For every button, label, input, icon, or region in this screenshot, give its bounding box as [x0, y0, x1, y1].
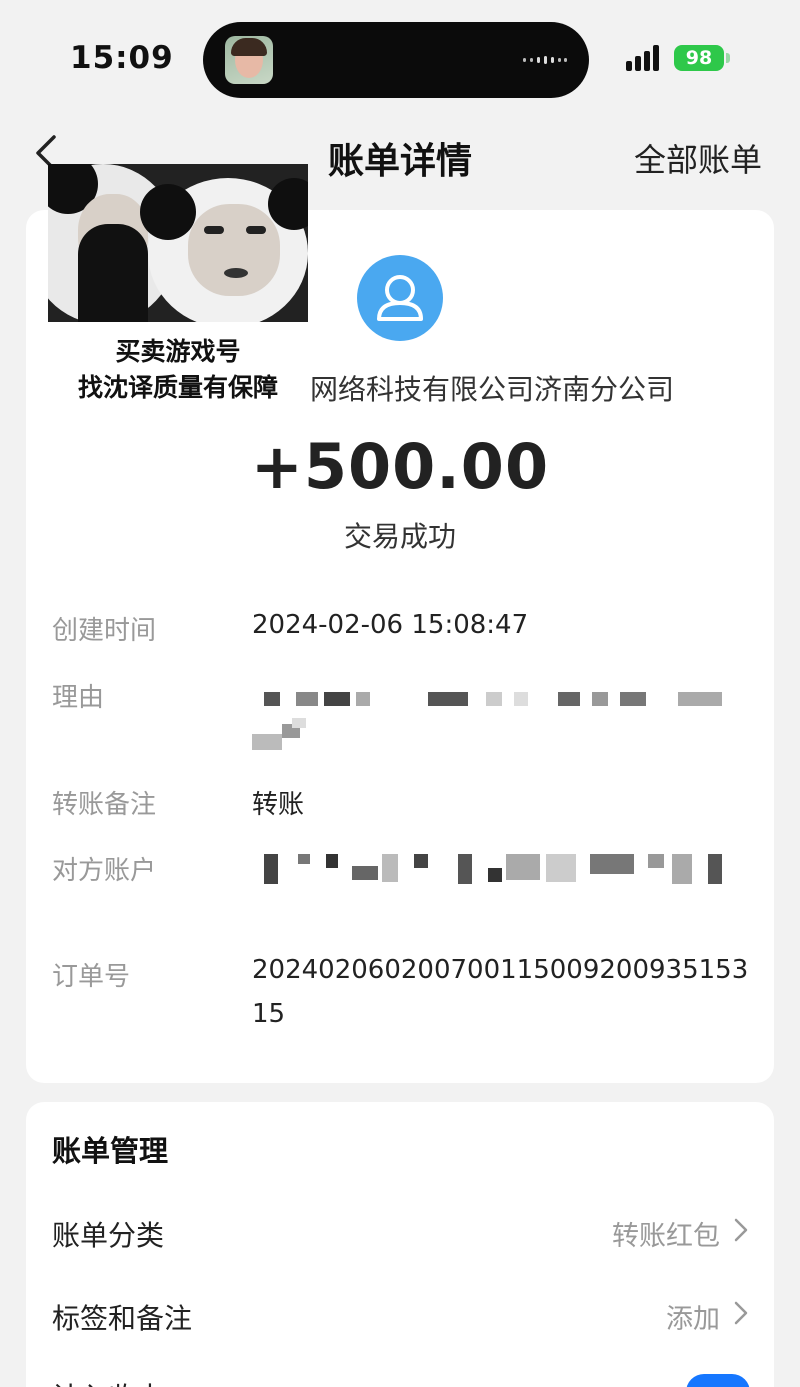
counterparty-account-label: 对方账户 [52, 856, 157, 886]
transfer-remark-label: 转账备注 [52, 790, 157, 820]
battery-icon: 98 [674, 45, 724, 71]
order-number-value: 20240206020070011500920093515315 [252, 955, 749, 1029]
audio-wave-icon [523, 55, 567, 65]
created-time-value: 2024-02-06 15:08:47 [252, 610, 529, 640]
tags-notes-add[interactable]: 添加 [666, 1297, 720, 1336]
include-stats-label: 计入收支 [52, 1376, 164, 1387]
signal-icon [626, 45, 664, 71]
transaction-status: 交易成功 [343, 520, 456, 553]
bill-category-value[interactable]: 转账红包 [612, 1214, 720, 1253]
include-stats-toggle[interactable] [686, 1374, 750, 1387]
meme-overlay: 买卖游戏号 找沈译质量有保障 [48, 164, 308, 410]
order-number-label: 订单号 [52, 962, 131, 992]
bill-category-label: 账单分类 [52, 1219, 165, 1252]
transaction-amount: +500.00 [250, 430, 550, 503]
bill-management-title: 账单管理 [52, 1134, 169, 1168]
counterparty-account-redacted [252, 852, 732, 912]
meme-caption-line1: 买卖游戏号 [115, 337, 241, 366]
transfer-remark-value: 转账 [252, 790, 305, 820]
chevron-right-icon[interactable] [734, 1301, 748, 1325]
meme-caption-line2: 找沈译质量有保障 [77, 373, 278, 402]
payee-name: 网络科技有限公司济南分公司 [310, 373, 675, 406]
created-time-label: 创建时间 [52, 616, 157, 646]
dynamic-island[interactable] [203, 22, 589, 98]
island-avatar [225, 36, 273, 84]
status-time: 15:09 [70, 40, 174, 76]
chevron-right-icon[interactable] [734, 1218, 748, 1242]
status-bar: 15:09 98 [0, 0, 800, 110]
meme-image [48, 164, 308, 322]
user-avatar-icon [357, 255, 443, 341]
reason-value-redacted [252, 688, 732, 756]
reason-label: 理由 [52, 683, 105, 713]
all-bills-link[interactable]: 全部账单 [634, 135, 762, 181]
tags-notes-label: 标签和备注 [52, 1302, 193, 1335]
battery-tip [726, 53, 730, 63]
